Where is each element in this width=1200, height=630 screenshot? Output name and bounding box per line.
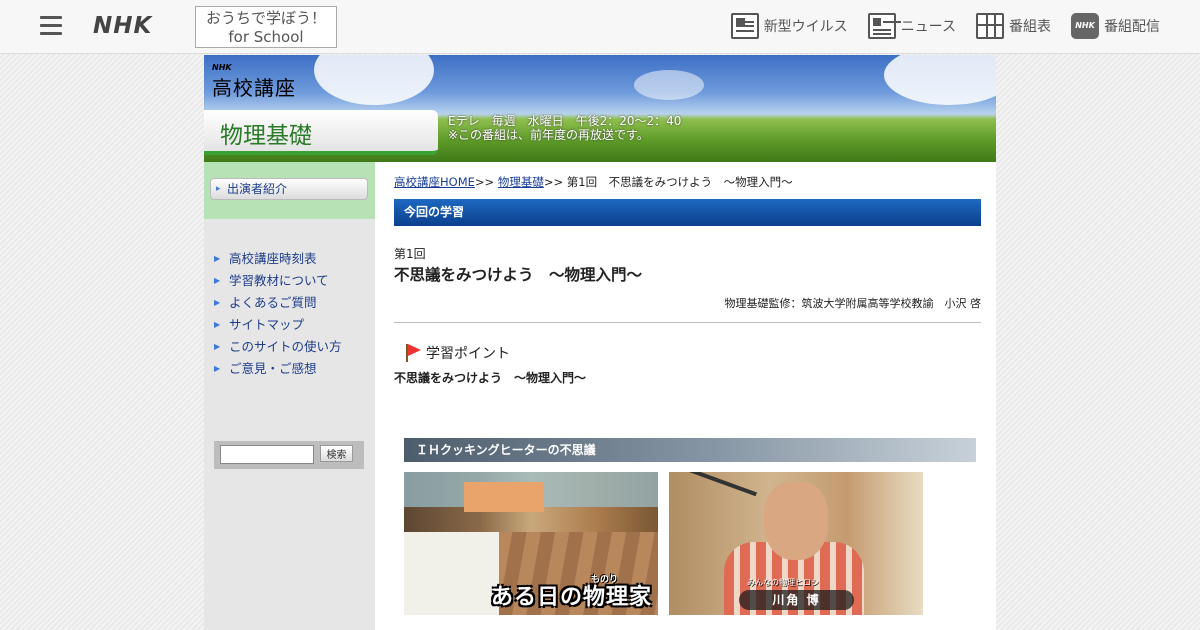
- supervisor-credit: 物理基礎監修：筑波大学附属高等学校教諭 小沢 啓: [724, 297, 982, 310]
- sidebar-link-howto[interactable]: このサイトの使い方: [214, 336, 375, 358]
- presenter-role: みんなの物理ヒロシ: [747, 578, 819, 587]
- section-header: 今回の学習: [394, 199, 981, 226]
- koukou-kouza-logo[interactable]: NHK 高校講座: [212, 63, 322, 101]
- sidebar-link-sitemap[interactable]: サイトマップ: [214, 314, 375, 336]
- search-input[interactable]: [220, 445, 314, 464]
- sidebar-top: 出演者紹介: [204, 162, 375, 219]
- segment-title-bar: ＩＨクッキングヒーターの不思議: [404, 438, 976, 462]
- nhk-logo[interactable]: NHK: [93, 13, 152, 39]
- episode-title: 不思議をみつけよう ～物理入門～: [394, 266, 643, 284]
- divider: [394, 322, 981, 323]
- breadcrumb-separator: >>: [474, 175, 498, 189]
- logo-text: 高校講座: [212, 76, 296, 100]
- cloud-decoration: [884, 55, 996, 105]
- scene-counter: [404, 532, 499, 615]
- broadcast-time: Eテレ 毎週 水曜日 午後2：20～2：40: [448, 114, 682, 128]
- video-thumbnail-kitchen[interactable]: ものり ある日の物理家: [404, 472, 658, 615]
- breadcrumb-subject[interactable]: 物理基礎: [498, 175, 544, 189]
- news-icon: [867, 13, 896, 39]
- thumbnail-caption: ある日の物理家: [490, 585, 652, 610]
- virus-icon: [730, 13, 759, 39]
- rebroadcast-note: ※この番組は、前年度の再放送です。: [448, 128, 649, 142]
- episode-number: 第1回: [394, 247, 426, 261]
- for-school-line1: おうちで学ぼう！: [205, 9, 326, 27]
- schedule-grid-icon: [976, 13, 1004, 39]
- content-area: 高校講座HOME>> 物理基礎>> 第1回 不思議をみつけよう ～物理入門～ 今…: [394, 162, 982, 615]
- nav-coronavirus[interactable]: 新型ウイルス: [730, 13, 848, 39]
- nav-schedule-label: 番組表: [1009, 19, 1051, 35]
- for-school-line2: for School: [228, 28, 304, 46]
- menu-icon[interactable]: [40, 16, 62, 36]
- sidebar-links: 高校講座時刻表 学習教材について よくあるご質問 サイトマップ このサイトの使い…: [204, 248, 375, 380]
- breadcrumb-separator: >>: [543, 175, 567, 189]
- learning-point-heading: 学習ポイント: [394, 343, 981, 363]
- cloud-decoration: [634, 70, 704, 100]
- subject-title-box[interactable]: 物理基礎: [204, 110, 438, 155]
- subject-title: 物理基礎: [220, 123, 312, 149]
- learning-point-label: 学習ポイント: [426, 346, 510, 362]
- presenter-nameplate: 川角 博: [739, 590, 854, 610]
- scene-bicycle: [671, 472, 757, 497]
- nav-streaming[interactable]: NHK 番組配信: [1071, 13, 1160, 39]
- cloud-decoration: [314, 55, 434, 105]
- sidebar-link-materials[interactable]: 学習教材について: [214, 270, 375, 292]
- sidebar-link-timetable[interactable]: 高校講座時刻表: [214, 248, 375, 270]
- flag-icon: [404, 343, 422, 363]
- nav-news-label: ニュース: [900, 19, 956, 35]
- scene-shelf: [464, 482, 544, 512]
- video-thumbnail-presenter[interactable]: みんなの物理ヒロシ 川角 博: [669, 472, 923, 615]
- nav-schedule[interactable]: 番組表: [976, 13, 1051, 39]
- program-banner: NHK 高校講座 物理基礎 Eテレ 毎週 水曜日 午後2：20～2：40 ※この…: [204, 55, 996, 162]
- sidebar: 出演者紹介 高校講座時刻表 学習教材について よくあるご質問 サイトマップ この…: [204, 162, 375, 630]
- top-nav-links: 新型ウイルス ニュース 番組表 NHK 番組配信: [730, 13, 1160, 39]
- nhk-plus-icon: NHK: [1071, 13, 1099, 39]
- breadcrumb: 高校講座HOME>> 物理基礎>> 第1回 不思議をみつけよう ～物理入門～: [394, 174, 981, 190]
- main-column: NHK 高校講座 物理基礎 Eテレ 毎週 水曜日 午後2：20～2：40 ※この…: [204, 55, 996, 630]
- breadcrumb-home[interactable]: 高校講座HOME: [394, 175, 475, 189]
- top-navigation-bar: NHK おうちで学ぼう！ for School 新型ウイルス ニュース 番組表 …: [0, 0, 1200, 54]
- presenter-head: [764, 482, 828, 560]
- logo-nhk-small: NHK: [212, 63, 232, 72]
- nav-news[interactable]: ニュース: [867, 13, 956, 39]
- sidebar-link-feedback[interactable]: ご意見・ご感想: [214, 358, 375, 380]
- sidebar-link-faq[interactable]: よくあるご質問: [214, 292, 375, 314]
- nav-coronavirus-label: 新型ウイルス: [763, 19, 848, 35]
- breadcrumb-current: 第1回 不思議をみつけよう ～物理入門～: [566, 175, 793, 189]
- for-school-link[interactable]: おうちで学ぼう！ for School: [195, 6, 337, 48]
- nav-streaming-label: 番組配信: [1104, 19, 1160, 35]
- search-button[interactable]: 検索: [320, 445, 353, 462]
- site-search: 検索: [214, 441, 364, 469]
- broadcast-info: Eテレ 毎週 水曜日 午後2：20～2：40 ※この番組は、前年度の再放送です。: [448, 114, 681, 142]
- learning-point-text: 不思議をみつけよう ～物理入門～: [394, 371, 587, 385]
- cast-intro-button[interactable]: 出演者紹介: [210, 178, 368, 200]
